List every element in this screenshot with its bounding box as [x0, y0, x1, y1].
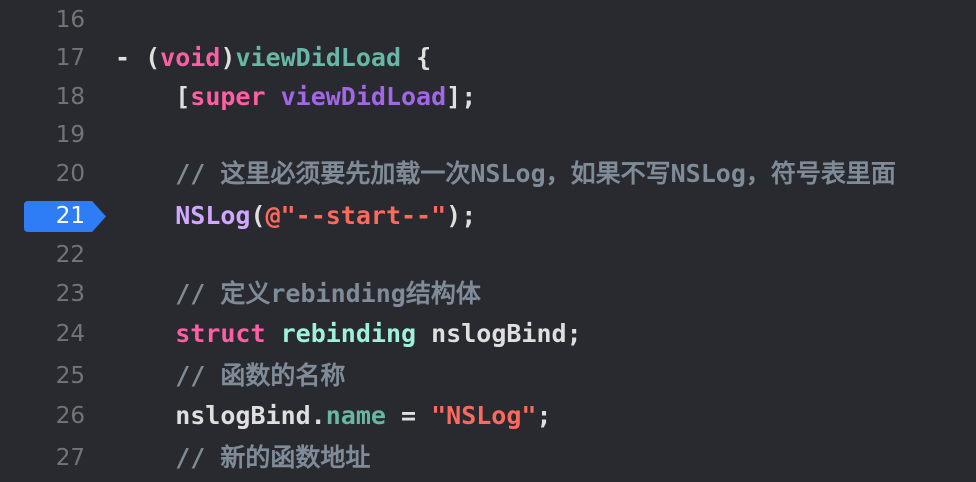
code-text[interactable]: // 定义rebinding结构体 [115, 274, 481, 314]
token-kw: struct [175, 319, 266, 348]
code-editor[interactable]: 16 17- (void)viewDidLoad {18 [super viewD… [0, 0, 976, 482]
line-number: 21 [55, 203, 85, 229]
token-plain: ]; [446, 82, 477, 111]
token-sup: viewDidLoad [280, 82, 447, 111]
line-number[interactable]: 16 [0, 0, 85, 40]
line-number[interactable]: 24 [0, 314, 85, 354]
code-line-25[interactable]: 25 // 函数的名称 [0, 356, 976, 396]
token-cmt: // 新的函数地址 [115, 443, 371, 472]
token-str: "NSLog" [431, 401, 537, 430]
code-line-17[interactable]: 17 - (void)viewDidLoad { [0, 38, 976, 78]
token-kw: super [190, 82, 266, 111]
code-line-16[interactable]: 16 [0, 0, 976, 40]
token-cmt: // 定义rebinding结构体 [115, 279, 481, 308]
code-text[interactable]: - (void)viewDidLoad { [115, 38, 431, 78]
code-text[interactable]: NSLog(@"--start--"); [115, 196, 476, 236]
token-cmt: // 函数的名称 [115, 361, 346, 390]
line-number[interactable]: 22 [0, 235, 85, 275]
code-line-18[interactable]: 18 [super viewDidLoad]; [0, 77, 976, 117]
code-text[interactable]: // 新的函数地址 [115, 438, 370, 478]
token-fn: viewDidLoad [235, 43, 402, 72]
token-plain: [ [115, 82, 191, 111]
token-plain: ); [446, 201, 477, 230]
line-number[interactable]: 23 [0, 274, 85, 314]
token-kw: void [160, 43, 221, 72]
line-number[interactable]: 18 [0, 77, 85, 117]
token-prop: name [325, 401, 386, 430]
line-number[interactable]: 17 [0, 38, 85, 78]
code-line-20[interactable]: 20 // 这里必须要先加载一次NSLog，如果不写NSLog，符号表里面 [0, 154, 976, 194]
token-plain: nslogBind. [115, 401, 326, 430]
line-number[interactable]: 19 [0, 115, 85, 155]
token-plain: - ( [115, 43, 161, 72]
code-line-26[interactable]: 26 nslogBind.name = "NSLog"; [0, 396, 976, 436]
code-text[interactable]: // 函数的名称 [115, 356, 345, 396]
code-text[interactable]: nslogBind.name = "NSLog"; [115, 396, 552, 436]
line-number[interactable]: 26 [0, 396, 85, 436]
code-line-21[interactable]: 21 NSLog(@"--start--"); [0, 196, 976, 236]
line-number[interactable]: 20 [0, 154, 85, 194]
code-text[interactable]: struct rebinding nslogBind; [115, 314, 582, 354]
token-plain: = [385, 401, 432, 430]
token-plain: { [401, 43, 432, 72]
token-plain: ) [220, 43, 236, 72]
token-plain: ( [250, 201, 266, 230]
token-str: @"--start--" [265, 201, 447, 230]
token-plain: ; [536, 401, 552, 430]
code-line-22[interactable]: 22 [0, 235, 976, 275]
line-number[interactable]: 25 [0, 356, 85, 396]
token-ty: rebinding [280, 319, 417, 348]
line-number[interactable]: 27 [0, 438, 85, 478]
code-text[interactable]: // 这里必须要先加载一次NSLog，如果不写NSLog，符号表里面 [115, 154, 896, 194]
token-cmt: // 这里必须要先加载一次NSLog，如果不写NSLog，符号表里面 [115, 159, 896, 188]
code-line-27[interactable]: 27 // 新的函数地址 [0, 438, 976, 478]
code-text[interactable]: [super viewDidLoad]; [115, 77, 476, 117]
code-line-23[interactable]: 23 // 定义rebinding结构体 [0, 274, 976, 314]
token-plain: nslogBind; [416, 319, 582, 348]
code-line-24[interactable]: 24 struct rebinding nslogBind; [0, 314, 976, 354]
code-line-19[interactable]: 19 [0, 115, 976, 155]
token-cls: NSLog [175, 201, 251, 230]
